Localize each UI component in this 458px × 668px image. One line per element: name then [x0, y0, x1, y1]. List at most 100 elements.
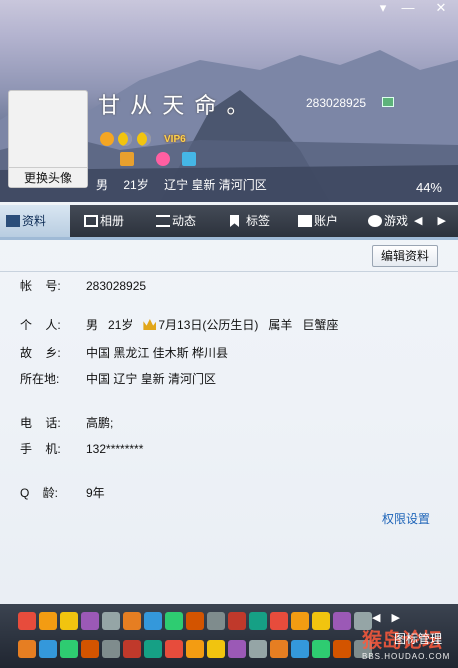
detail-value: 283028925	[86, 279, 147, 293]
qq-number: 283028925	[306, 96, 367, 110]
service-icon[interactable]	[81, 640, 99, 658]
detail-value: 9年	[86, 486, 105, 500]
service-icon[interactable]	[333, 640, 351, 658]
service-icon[interactable]	[291, 640, 309, 658]
service-icon[interactable]	[60, 640, 78, 658]
tab-underline	[0, 237, 458, 240]
minimize-to-skin-icon[interactable]: ▾	[372, 0, 394, 16]
crown-service-icon[interactable]	[120, 152, 134, 166]
tab-account[interactable]: 账户	[292, 205, 354, 237]
tag-bookmark-icon	[230, 215, 239, 227]
vip-badge[interactable]: VIP6	[164, 134, 186, 145]
zodiac-value: 属羊	[268, 318, 293, 332]
close-button[interactable]: ✕	[430, 0, 452, 16]
tab-label: 游戏	[384, 214, 409, 228]
profile-completion: 44%	[415, 180, 442, 195]
service-icon[interactable]	[228, 640, 246, 658]
game-icon	[368, 215, 382, 227]
tab-label: 资料	[22, 214, 47, 228]
icon-management-link[interactable]: 图标管理	[394, 630, 442, 647]
nickname: 甘 从 天 命 。	[98, 93, 251, 118]
service-icon[interactable]	[186, 640, 204, 658]
tab-bar: 资料 相册 动态 标签 账户 游戏 ◀ ▶	[0, 205, 458, 237]
sun-level-icon	[100, 132, 114, 146]
service-icon[interactable]	[165, 640, 183, 658]
moon-level-icon-2	[137, 132, 151, 146]
birthday-crown-icon	[143, 319, 157, 330]
service-icon[interactable]	[270, 640, 288, 658]
service-icon[interactable]	[102, 612, 120, 630]
service-icon[interactable]	[312, 640, 330, 658]
detail-label: 帐 号:	[20, 279, 61, 293]
tab-label: 账户	[314, 214, 339, 228]
change-avatar-button[interactable]: 更换头像	[9, 167, 87, 187]
tab-scroll-arrows[interactable]: ◀ ▶	[414, 205, 452, 237]
detail-value: 中国 黑龙江 佳木斯 桦川县	[86, 346, 229, 360]
profile-card-icon	[6, 215, 20, 227]
service-icon[interactable]	[123, 612, 141, 630]
service-icon[interactable]	[165, 612, 183, 630]
service-icon[interactable]	[81, 612, 99, 630]
minimize-button[interactable]: —	[397, 0, 419, 16]
detail-label: 手 机:	[20, 442, 61, 456]
heart-service-icon[interactable]	[156, 152, 170, 166]
tab-tags[interactable]: 标签	[224, 205, 286, 237]
gender-value: 男	[86, 318, 99, 332]
service-icon[interactable]	[102, 640, 120, 658]
service-icon[interactable]	[39, 640, 57, 658]
service-icon[interactable]	[333, 612, 351, 630]
detail-value: 中国 辽宁 皇新 清河门区	[86, 372, 217, 386]
photo-album-icon	[84, 215, 98, 227]
detail-value: 高鹏;	[86, 416, 114, 430]
permission-settings-link[interactable]: 权限设置	[382, 510, 430, 527]
detail-label: Q 龄:	[20, 486, 59, 500]
detail-label: 电 话:	[20, 416, 61, 430]
profile-window: ▾ — ✕ 更换头像 甘 从 天 命 。 283028925 VIP6 男 21…	[0, 0, 458, 668]
constellation-value: 巨蟹座	[302, 318, 339, 332]
age-value: 21岁	[108, 318, 134, 332]
tab-label: 相册	[100, 214, 125, 228]
wallet-icon	[298, 215, 312, 227]
pinwheel-service-icon[interactable]	[182, 152, 196, 166]
service-icon[interactable]	[18, 612, 36, 630]
service-icon[interactable]	[144, 612, 162, 630]
service-icon[interactable]	[228, 612, 246, 630]
tab-label: 标签	[246, 214, 271, 228]
service-icon[interactable]	[186, 612, 204, 630]
detail-label: 所在地:	[20, 372, 60, 386]
tab-album[interactable]: 相册	[78, 205, 140, 237]
service-icon[interactable]	[270, 612, 288, 630]
service-icon[interactable]	[18, 640, 36, 658]
detail-label: 个 人:	[20, 318, 61, 332]
service-icon[interactable]	[312, 612, 330, 630]
watermark-url: BBS.HOUDAO.COM	[362, 652, 451, 661]
service-icon[interactable]	[291, 612, 309, 630]
header-background: ▾ — ✕ 更换头像 甘 从 天 命 。 283028925 VIP6 男 21…	[0, 0, 458, 202]
service-icon[interactable]	[249, 640, 267, 658]
divider	[0, 271, 458, 272]
detail-label: 故 乡:	[20, 346, 61, 360]
service-icon[interactable]	[60, 612, 78, 630]
feed-list-icon	[156, 215, 170, 227]
detail-value: 男 21岁 7月13日(公历生日) 属羊 巨蟹座	[86, 316, 348, 334]
moon-level-icon	[118, 132, 132, 146]
age: 21岁	[123, 178, 149, 192]
icon-scroll-arrows[interactable]: ◀ ▶	[372, 611, 404, 624]
service-icon[interactable]	[123, 640, 141, 658]
service-icon[interactable]	[39, 612, 57, 630]
detail-value: 132********	[86, 442, 144, 456]
avatar[interactable]: 更换头像	[8, 90, 88, 188]
service-icon[interactable]	[207, 612, 225, 630]
tab-profile[interactable]: 资料	[0, 205, 70, 237]
tab-label: 动态	[172, 214, 197, 228]
location: 辽宁 皇新 清河门区	[164, 178, 267, 192]
service-icon[interactable]	[207, 640, 225, 658]
service-icon[interactable]	[144, 640, 162, 658]
birthday-value: 7月13日(公历生日)	[158, 318, 259, 332]
email-icon[interactable]	[382, 97, 394, 107]
edit-profile-button[interactable]: 编辑资料	[372, 245, 438, 267]
service-icon[interactable]	[249, 612, 267, 630]
gender: 男	[96, 178, 109, 192]
basic-info: 男 21岁 辽宁 皇新 清河门区	[96, 176, 279, 193]
tab-feed[interactable]: 动态	[150, 205, 212, 237]
